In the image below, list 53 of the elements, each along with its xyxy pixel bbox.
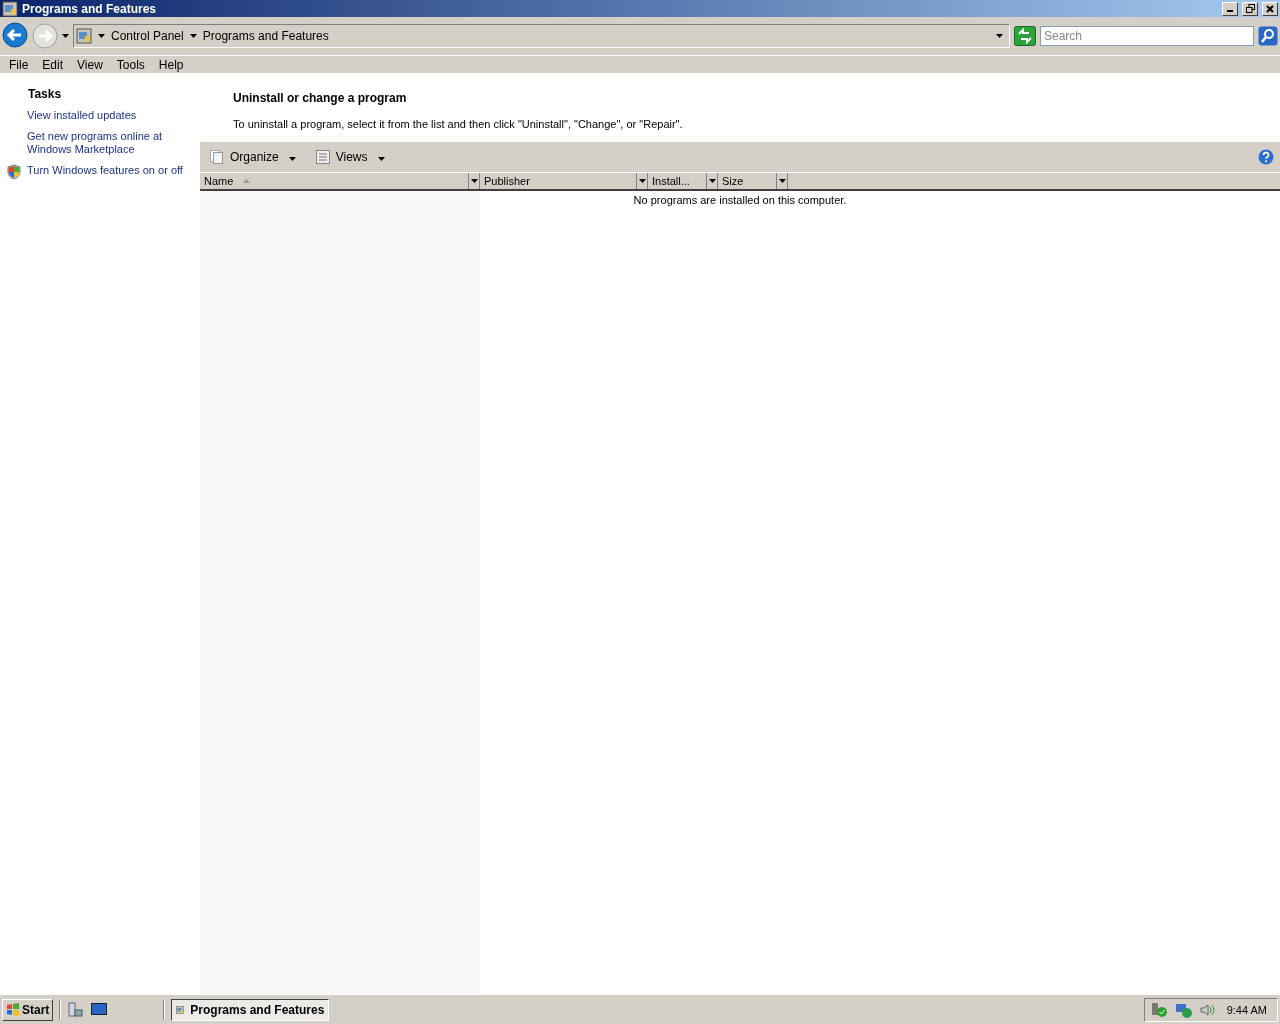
server-icon[interactable]	[67, 1001, 84, 1018]
desktop-icon[interactable]	[91, 1001, 108, 1016]
shield-icon	[6, 164, 22, 180]
organize-button[interactable]: Organize	[206, 148, 300, 166]
menu-item[interactable]: View	[70, 57, 110, 72]
column-menu-caret-icon	[778, 179, 786, 183]
network-icon[interactable]	[1174, 1001, 1193, 1018]
caret-icon	[98, 34, 105, 38]
page-heading: Uninstall or change a program	[233, 91, 408, 105]
list-view-icon	[315, 150, 330, 164]
tasks-heading: Tasks	[28, 87, 63, 101]
start-button[interactable]: Start	[2, 998, 54, 1021]
menu-item[interactable]: Help	[151, 57, 191, 72]
instructions-text: To uninstall a program, select it from the list and then click "Uninstall", "Change", or "Repair".	[233, 118, 684, 130]
back-button[interactable]	[2, 21, 28, 51]
menu-item[interactable]: Edit	[35, 57, 71, 72]
refresh-icon[interactable]	[1014, 26, 1036, 46]
task-link[interactable]: Get new programs online at Windows Marketplace	[27, 130, 177, 156]
caret-icon	[288, 157, 296, 161]
history-caret-icon	[62, 34, 69, 38]
pages-icon	[210, 150, 224, 164]
menu-item[interactable]: File	[2, 57, 36, 72]
close-icon	[1266, 4, 1274, 13]
window-icon	[2, 0, 18, 17]
minimize-icon	[1227, 10, 1233, 12]
restore-button[interactable]	[1242, 1, 1258, 16]
window-title: Programs and Features	[22, 1, 158, 16]
empty-list-message: No programs are installed on this computer.	[633, 194, 847, 206]
help-icon[interactable]	[1258, 149, 1274, 165]
views-button[interactable]: Views	[311, 148, 389, 166]
caret-icon	[189, 34, 197, 38]
taskbar-button[interactable]: Programs and Features	[171, 998, 330, 1021]
close-button[interactable]	[1262, 1, 1278, 16]
breadcrumb[interactable]: Programs and Features	[202, 29, 329, 43]
column-menu-caret-icon	[638, 179, 646, 183]
column-menu-caret-icon	[708, 179, 716, 183]
column-menu-caret-icon	[470, 179, 478, 183]
search-icon[interactable]	[1258, 26, 1278, 46]
control-panel-icon	[76, 28, 92, 44]
task-link[interactable]: Turn Windows features on or off	[27, 164, 183, 177]
restore-icon	[1245, 4, 1255, 13]
menu-item[interactable]: Tools	[109, 57, 152, 72]
breadcrumb[interactable]: Control Panel	[111, 29, 184, 43]
task-link[interactable]: View installed updates	[27, 109, 137, 122]
clock: 9:44 AM	[1226, 1003, 1267, 1016]
sort-arrow-icon	[243, 179, 251, 183]
shield-check-icon[interactable]	[1150, 1001, 1169, 1018]
flag-icon	[6, 1002, 20, 1017]
caret-icon	[377, 157, 385, 161]
minimize-button[interactable]	[1222, 1, 1238, 16]
dropdown-caret-icon	[996, 34, 1003, 38]
address-field[interactable]: Control Panel Programs and Features	[73, 24, 1010, 48]
search-field[interactable]: Search	[1040, 26, 1254, 46]
